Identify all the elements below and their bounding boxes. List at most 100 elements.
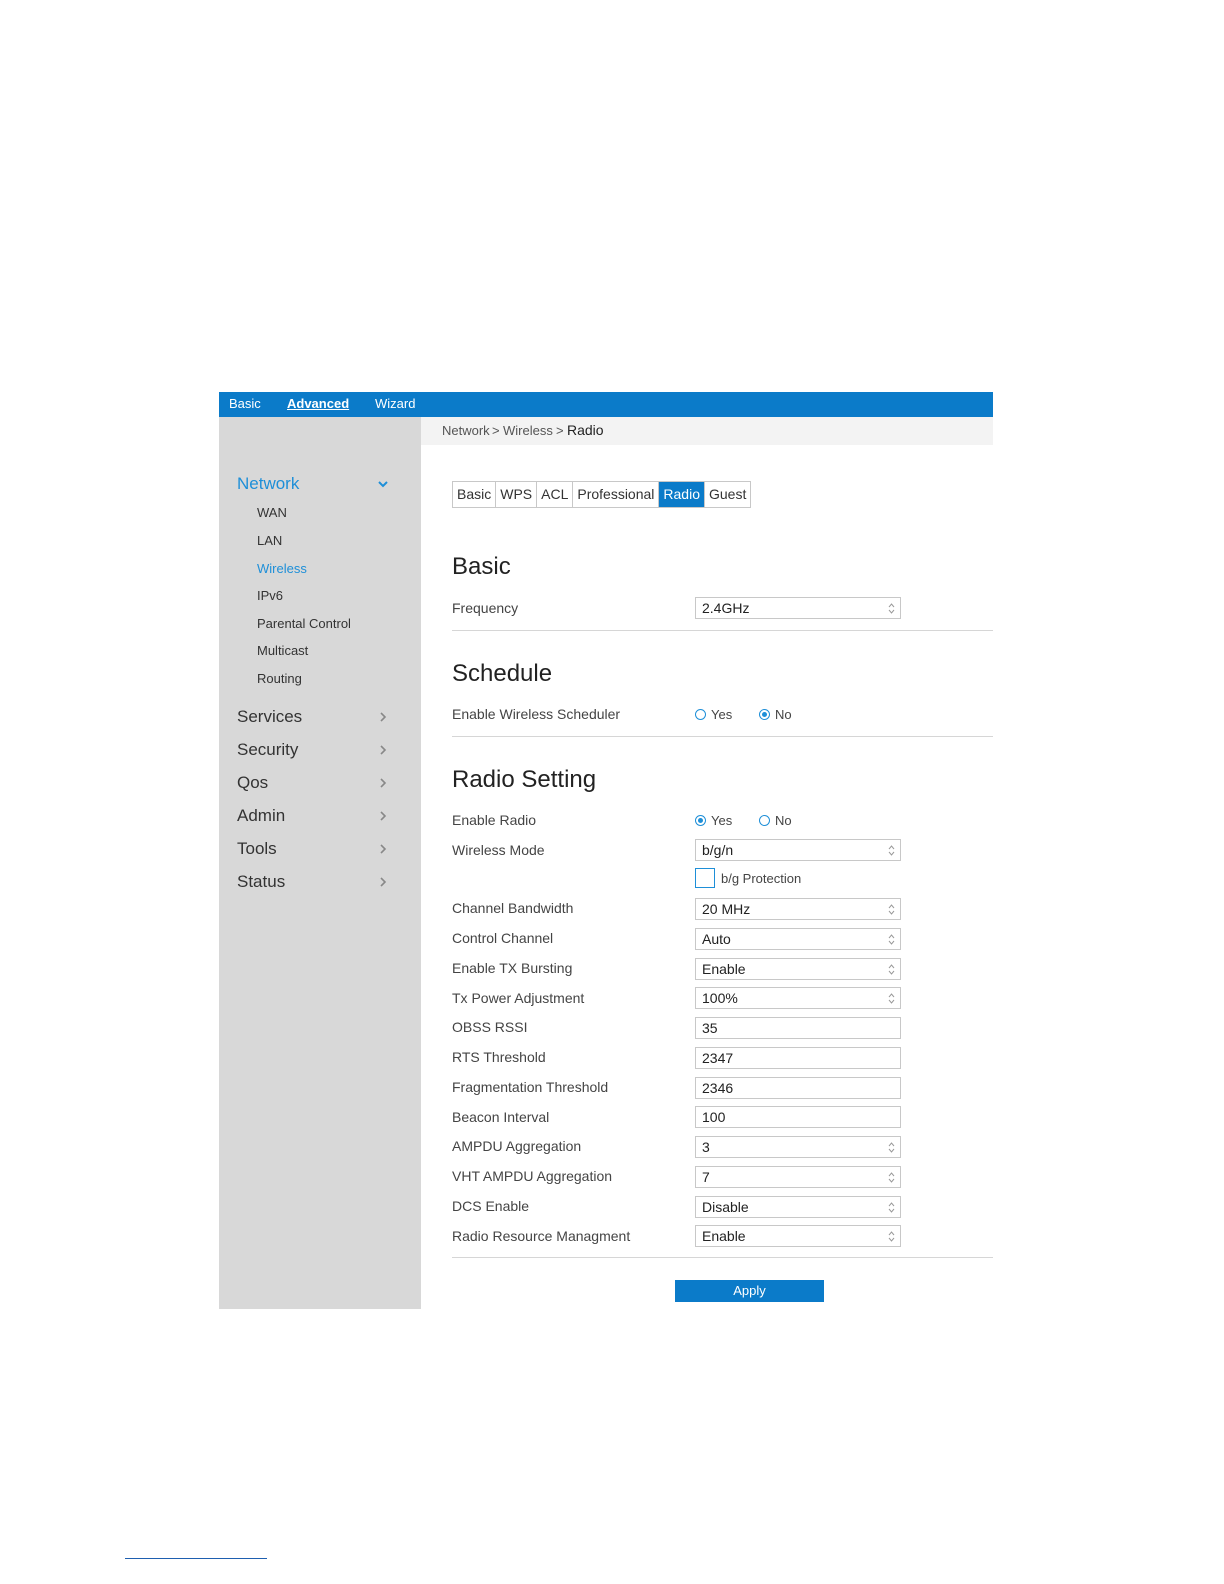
- radio-checked-icon: [695, 815, 706, 826]
- dcs-enable-select[interactable]: Disable: [695, 1196, 901, 1218]
- sidebar-item-multicast[interactable]: Multicast: [257, 643, 308, 658]
- field-value: 100: [702, 1109, 726, 1125]
- radio-resource-management-label: Radio Resource Managment: [452, 1228, 631, 1244]
- wireless-mode-label: Wireless Mode: [452, 842, 545, 858]
- select-arrows-icon: [888, 934, 895, 945]
- scheduler-no-radio[interactable]: No: [759, 707, 792, 722]
- sidebar-item-wan[interactable]: WAN: [257, 505, 287, 520]
- select-arrows-icon: [888, 1202, 895, 1213]
- beacon-interval-input[interactable]: 100: [695, 1106, 901, 1128]
- fragmentation-threshold-label: Fragmentation Threshold: [452, 1079, 609, 1095]
- topnav-wizard[interactable]: Wizard: [375, 392, 415, 417]
- sidebar-section-services[interactable]: Services: [237, 707, 302, 727]
- sidebar-item-parental-control[interactable]: Parental Control: [257, 616, 351, 631]
- vht-ampdu-aggregation-label: VHT AMPDU Aggregation: [452, 1168, 613, 1184]
- tx-bursting-select[interactable]: Enable: [695, 958, 901, 980]
- control-channel-select[interactable]: Auto: [695, 928, 901, 950]
- ampdu-aggregation-label: AMPDU Aggregation: [452, 1138, 582, 1154]
- tx-power-label: Tx Power Adjustment: [452, 990, 585, 1006]
- bg-protection-checkbox[interactable]: [695, 868, 715, 888]
- fragmentation-threshold-input[interactable]: 2346: [695, 1077, 901, 1099]
- select-arrows-icon: [888, 603, 895, 614]
- chevron-down-icon[interactable]: [377, 478, 389, 490]
- radio-unchecked-icon: [759, 815, 770, 826]
- sidebar-item-wireless[interactable]: Wireless: [257, 561, 307, 576]
- sidebar-item-routing[interactable]: Routing: [257, 671, 302, 686]
- channel-bandwidth-label: Channel Bandwidth: [452, 900, 574, 916]
- apply-button[interactable]: Apply: [675, 1280, 824, 1302]
- breadcrumb-current: Radio: [567, 422, 604, 438]
- select-arrows-icon: [888, 1142, 895, 1153]
- field-value: 100%: [702, 990, 738, 1006]
- router-admin-panel: Basic Advanced Wizard Network WAN LAN Wi…: [219, 392, 993, 1309]
- select-arrows-icon: [888, 845, 895, 856]
- field-value: 2346: [702, 1080, 734, 1096]
- sidebar-item-lan[interactable]: LAN: [257, 533, 282, 548]
- sidebar-section-status[interactable]: Status: [237, 872, 285, 892]
- chevron-right-icon[interactable]: [377, 711, 389, 723]
- sidebar-section-security[interactable]: Security: [237, 740, 298, 760]
- top-nav-bar: Basic Advanced Wizard: [219, 392, 993, 417]
- frequency-label: Frequency: [452, 600, 519, 616]
- field-value: Enable: [702, 1228, 746, 1244]
- breadcrumb: Network > Wireless > Radio: [421, 417, 993, 445]
- ampdu-aggregation-select[interactable]: 3: [695, 1136, 901, 1158]
- chevron-right-icon[interactable]: [377, 810, 389, 822]
- sidebar-item-ipv6[interactable]: IPv6: [257, 588, 283, 603]
- select-arrows-icon: [888, 964, 895, 975]
- breadcrumb-network[interactable]: Network: [442, 423, 490, 438]
- enable-radio-no-radio[interactable]: No: [759, 813, 792, 828]
- divider: [452, 630, 993, 631]
- radio-checked-icon: [759, 709, 770, 720]
- tab-acl[interactable]: ACL: [537, 482, 574, 507]
- wireless-mode-value: b/g/n: [702, 842, 734, 858]
- sidebar-section-admin[interactable]: Admin: [237, 806, 285, 826]
- chevron-right-icon[interactable]: [377, 843, 389, 855]
- topnav-basic[interactable]: Basic: [229, 392, 261, 417]
- breadcrumb-separator: >: [492, 423, 500, 438]
- topnav-advanced[interactable]: Advanced: [287, 392, 349, 417]
- tab-professional[interactable]: Professional: [573, 482, 660, 507]
- radio-unchecked-icon: [695, 709, 706, 720]
- field-value: 3: [702, 1139, 710, 1155]
- field-value: Disable: [702, 1199, 749, 1215]
- bg-protection-label: b/g Protection: [721, 871, 802, 886]
- field-value: 2347: [702, 1050, 734, 1066]
- tx-bursting-label: Enable TX Bursting: [452, 960, 573, 976]
- footnote-rule: [125, 1558, 267, 1559]
- wireless-mode-select[interactable]: b/g/n: [695, 839, 901, 861]
- wireless-scheduler-label: Enable Wireless Scheduler: [452, 706, 621, 722]
- select-arrows-icon: [888, 1231, 895, 1242]
- sidebar-section-qos[interactable]: Qos: [237, 773, 268, 793]
- sidebar-section-network[interactable]: Network: [237, 474, 299, 494]
- breadcrumb-wireless[interactable]: Wireless: [503, 423, 553, 438]
- frequency-select[interactable]: 2.4GHz: [695, 597, 901, 619]
- divider: [452, 1257, 993, 1258]
- enable-radio-yes-radio[interactable]: Yes: [695, 813, 732, 828]
- chevron-right-icon[interactable]: [377, 777, 389, 789]
- channel-bandwidth-select[interactable]: 20 MHz: [695, 898, 901, 920]
- field-value: 35: [702, 1020, 718, 1036]
- section-heading-basic: Basic: [452, 553, 511, 580]
- obss-rssi-input[interactable]: 35: [695, 1017, 901, 1039]
- wireless-tabs: Basic WPS ACL Professional Radio Guest: [452, 481, 752, 508]
- vht-ampdu-aggregation-select[interactable]: 7: [695, 1166, 901, 1188]
- select-arrows-icon: [888, 904, 895, 915]
- tx-power-select[interactable]: 100%: [695, 987, 901, 1009]
- radio-label: Yes: [711, 813, 733, 828]
- rts-threshold-input[interactable]: 2347: [695, 1047, 901, 1069]
- obss-rssi-label: OBSS RSSI: [452, 1019, 528, 1035]
- sidebar-section-tools[interactable]: Tools: [237, 839, 277, 859]
- radio-label: No: [775, 707, 792, 722]
- rts-threshold-label: RTS Threshold: [452, 1049, 546, 1065]
- chevron-right-icon[interactable]: [377, 876, 389, 888]
- scheduler-yes-radio[interactable]: Yes: [695, 707, 732, 722]
- tab-basic[interactable]: Basic: [453, 482, 497, 507]
- radio-resource-management-select[interactable]: Enable: [695, 1225, 901, 1247]
- select-arrows-icon: [888, 993, 895, 1004]
- tab-radio[interactable]: Radio: [659, 482, 705, 507]
- tab-wps[interactable]: WPS: [496, 482, 538, 507]
- chevron-right-icon[interactable]: [377, 744, 389, 756]
- tab-guest[interactable]: Guest: [705, 482, 750, 507]
- field-value: Enable: [702, 961, 746, 977]
